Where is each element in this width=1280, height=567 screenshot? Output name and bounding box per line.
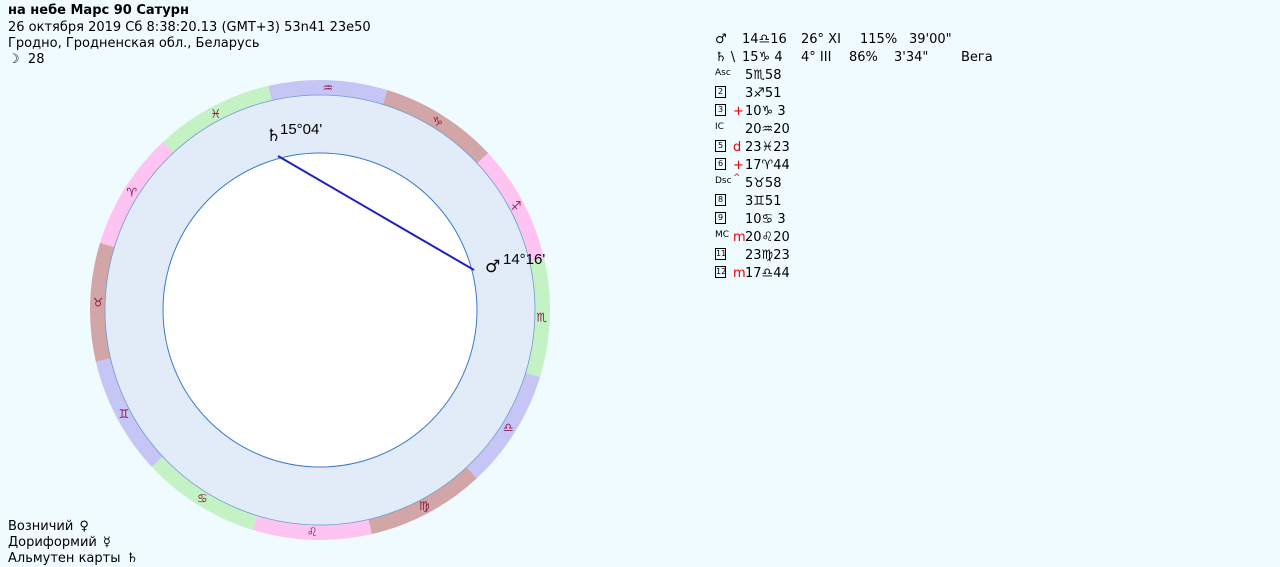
zodiac-sign-icon: ♊ — [119, 407, 130, 421]
zodiac-sign-icon: ♒ — [322, 81, 333, 95]
house-label: 6 — [715, 158, 726, 170]
almuten-label: Альмутен карты — [8, 551, 121, 566]
house-cusp: 10♑ 3 — [745, 104, 786, 119]
moon-day: ☽ 28 — [8, 52, 44, 68]
planet-percent: 115% — [860, 32, 898, 47]
zodiac-sign-icon: ♈ — [126, 185, 137, 199]
house-label: 12 — [715, 266, 727, 278]
chart-location: Гродно, Гродненская обл., Беларусь — [8, 36, 260, 51]
footer-charioteer: Возничий ♀ — [8, 519, 89, 534]
venus-icon: ♀ — [79, 519, 89, 534]
house-label: 5 — [715, 140, 726, 152]
zodiac-sign-icon: ♏ — [536, 311, 547, 325]
planet-star: Вега — [961, 50, 993, 65]
house-cusp: 5♉58 — [745, 176, 782, 191]
planet-house: 26° XI — [801, 32, 841, 47]
house-cusp: 17♈44 — [745, 158, 790, 173]
saturn-icon: ♄ — [126, 551, 139, 566]
house-marker: ^ — [733, 173, 741, 183]
zodiac-sign-icon: ♌ — [307, 525, 318, 539]
planet-speed: 3'34" — [894, 50, 929, 65]
mars-icon: ♂ — [715, 32, 727, 47]
zodiac-sign-icon: ♋ — [197, 491, 208, 505]
doryphory-label: Дориформий — [8, 535, 97, 550]
mars-glyph-icon: ♂ — [485, 257, 500, 277]
house-label: 3 — [715, 104, 726, 116]
footer-doryphory: Дориформий ☿ — [8, 535, 111, 550]
house-cusp: 3♐51 — [745, 86, 782, 101]
house-label: 2 — [715, 86, 726, 98]
zodiac-sign-icon: ♎ — [503, 421, 514, 435]
house-marker: d — [733, 140, 742, 155]
inner-circle — [162, 152, 478, 468]
zodiac-sign-icon: ♐ — [511, 199, 522, 213]
planet-position: 14♎16 — [742, 32, 787, 47]
house-cusp: 23♍23 — [745, 248, 790, 263]
charioteer-label: Возничий — [8, 519, 74, 534]
planet-position: 15♑ 4 — [742, 50, 783, 65]
house-marker: m — [733, 266, 746, 281]
house-cusp: 3♊51 — [745, 194, 782, 209]
chart-title: на небе Марс 90 Сатурн — [8, 3, 189, 18]
zodiac-sign-icon: ♑ — [432, 115, 443, 129]
house-cusp: 20♌20 — [745, 230, 790, 245]
zodiac-sign-icon: ♍ — [419, 499, 430, 513]
footer-almuten: Альмутен карты ♄ — [8, 551, 138, 566]
planet-percent: 86% — [849, 50, 878, 65]
house-label: Dsc — [715, 176, 732, 186]
house-cusp: 17♎44 — [745, 266, 790, 281]
mercury-icon: ☿ — [102, 535, 111, 550]
mars-degree-label: 14°16' — [503, 251, 545, 268]
house-cusp: 5♏58 — [745, 68, 782, 83]
house-label: 8 — [715, 194, 726, 206]
house-marker: m — [733, 230, 746, 245]
house-label: Asc — [715, 68, 731, 78]
chart-datetime: 26 октября 2019 Сб 8:38:20.13 (GMT+3) 53… — [8, 20, 371, 35]
house-cusp: 23♓23 — [745, 140, 790, 155]
saturn-glyph-icon: ♄ — [266, 126, 281, 146]
house-cusp: 20♒20 — [745, 122, 790, 137]
house-label: 11 — [715, 248, 727, 260]
moon-icon: ☽ — [8, 52, 20, 67]
zodiac-sign-icon: ♓ — [210, 107, 221, 121]
natal-wheel: ♑ ♐ ♏ ♎ ♍ ♌ ♋ ♊ ♉ ♈ ♓ ♒ ♄ 15°04' ♂ 14°16' — [90, 80, 550, 540]
house-label: MC — [715, 230, 730, 240]
zodiac-sign-icon: ♉ — [93, 295, 104, 309]
planet-speed: 39'00" — [909, 32, 952, 47]
saturn-degree-label: 15°04' — [280, 121, 322, 138]
moon-day-value: 28 — [27, 52, 45, 67]
house-cusp: 10♋ 3 — [745, 212, 786, 227]
house-marker: + — [733, 158, 744, 173]
house-marker: + — [733, 104, 744, 119]
saturn-icon: ♄ \ — [715, 50, 736, 65]
house-label: 9 — [715, 212, 726, 224]
planet-house: 4° III — [801, 50, 832, 65]
house-label: IC — [715, 122, 724, 132]
